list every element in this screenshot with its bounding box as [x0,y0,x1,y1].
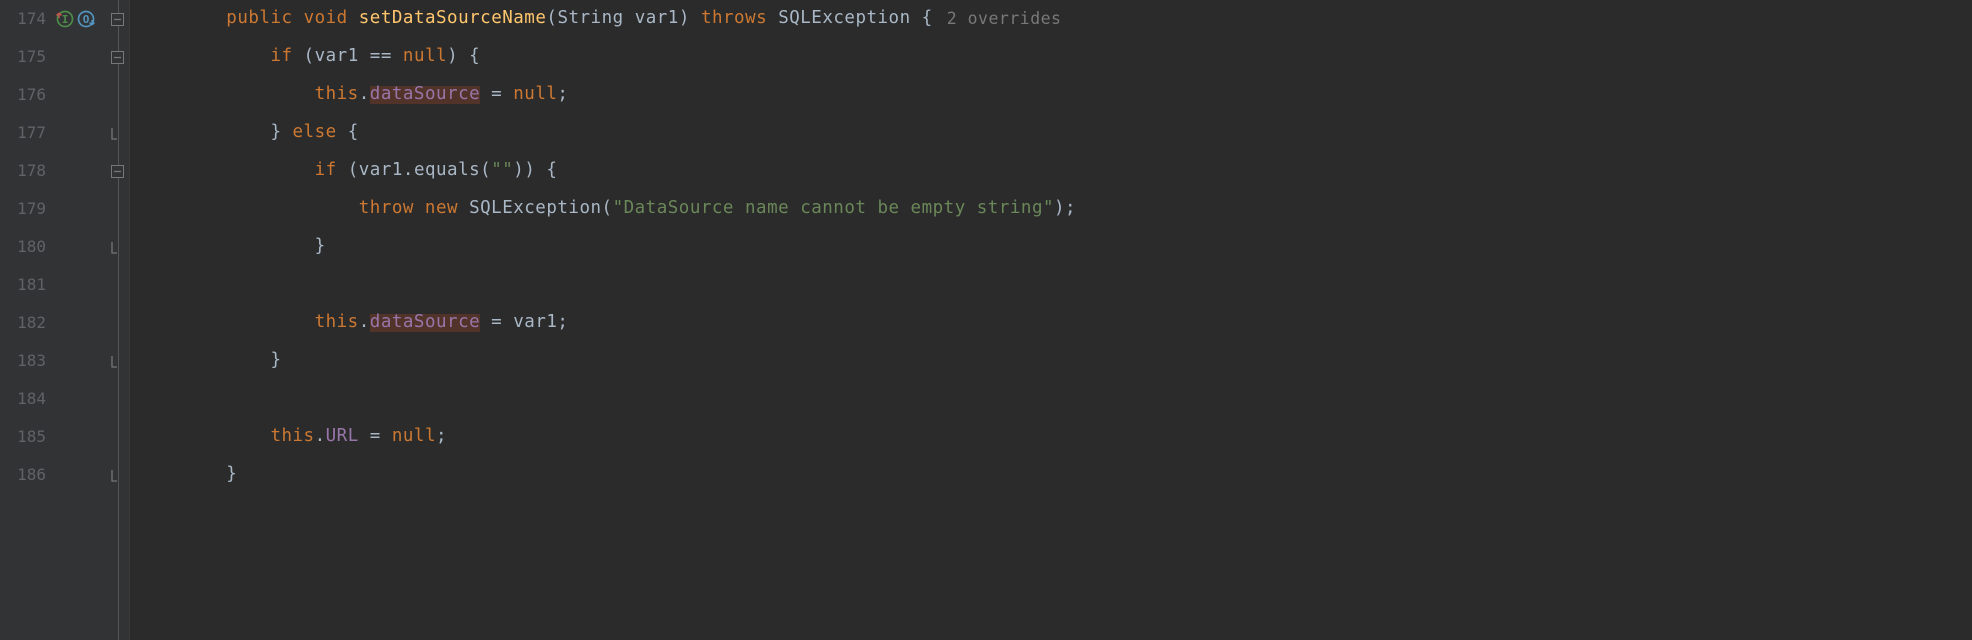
line-number: 183 [0,342,46,380]
code-area[interactable]: public void setDataSourceName(String var… [130,0,1972,640]
line-number: 174 [0,0,46,38]
line-number: 175 [0,38,46,76]
code-line[interactable]: this.URL = null; [138,418,1972,456]
line-number: 176 [0,76,46,114]
code-line[interactable]: } [138,228,1972,266]
code-line[interactable] [138,380,1972,418]
inlay-hint-overrides[interactable]: 2 overrides [933,11,1062,28]
fold-handle-close-icon[interactable] [111,127,124,140]
code-line[interactable]: } [138,456,1972,494]
line-number: 177 [0,114,46,152]
code-line[interactable]: this.dataSource = var1; [138,304,1972,342]
fold-handle-close-icon[interactable] [111,355,124,368]
overridden-method-icon[interactable]: O [77,10,95,28]
fold-handle-open-icon[interactable] [111,51,124,64]
code-line[interactable]: this.dataSource = null; [138,76,1972,114]
fold-handle-open-icon[interactable] [111,13,124,26]
fold-column [106,0,130,640]
fold-handle-close-icon[interactable] [111,241,124,254]
fold-handle-open-icon[interactable] [111,165,124,178]
code-line[interactable]: throw new SQLException("DataSource name … [138,190,1972,228]
line-number: 179 [0,190,46,228]
line-number: 178 [0,152,46,190]
code-line[interactable]: } [138,342,1972,380]
line-number: 184 [0,380,46,418]
gutter-icons-column: I O [54,0,106,640]
svg-text:I: I [62,13,69,26]
line-number: 185 [0,418,46,456]
code-line[interactable]: if (var1.equals("")) { [138,152,1972,190]
line-number: 181 [0,266,46,304]
code-line[interactable]: if (var1 == null) { [138,38,1972,76]
code-editor[interactable]: 174 175 176 177 178 179 180 181 182 183 … [0,0,1972,640]
code-line[interactable]: public void setDataSourceName(String var… [138,0,1972,38]
line-number: 186 [0,456,46,494]
line-number: 180 [0,228,46,266]
code-line[interactable]: } else { [138,114,1972,152]
implements-method-icon[interactable]: I [56,10,74,28]
line-number: 182 [0,304,46,342]
code-line[interactable] [138,266,1972,304]
fold-handle-close-icon[interactable] [111,469,124,482]
svg-text:O: O [83,13,90,26]
line-number-gutter: 174 175 176 177 178 179 180 181 182 183 … [0,0,54,640]
